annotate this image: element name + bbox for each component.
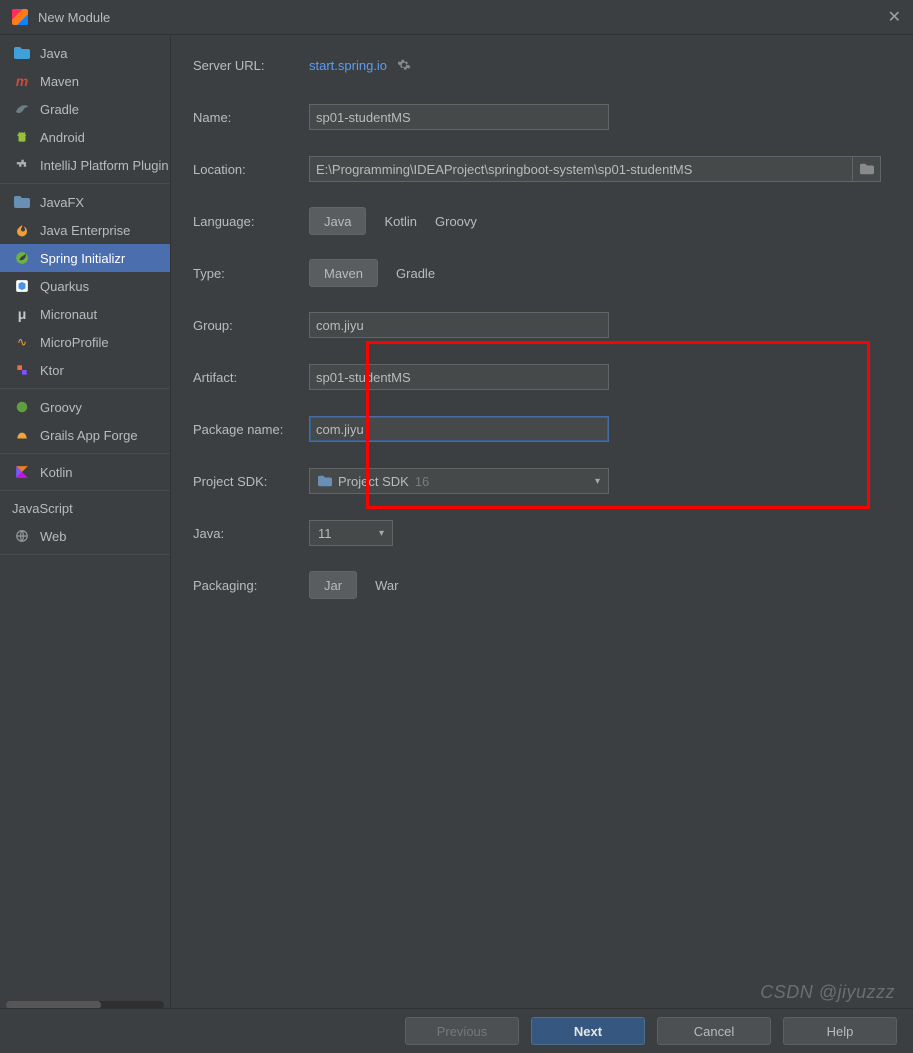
packaging-option-war[interactable]: War: [375, 578, 398, 593]
java-label: Java:: [193, 526, 309, 541]
close-icon[interactable]: ✕: [888, 7, 901, 27]
help-button[interactable]: Help: [783, 1017, 897, 1045]
language-option-kotlin[interactable]: Kotlin: [384, 214, 417, 229]
cancel-button[interactable]: Cancel: [657, 1017, 771, 1045]
name-input[interactable]: [309, 104, 609, 130]
location-input[interactable]: [309, 156, 853, 182]
sidebar-item-label: JavaFX: [40, 195, 84, 210]
letter-mu-icon: μ: [14, 306, 30, 322]
microprofile-icon: ∿: [14, 334, 30, 350]
sidebar-item-microprofile[interactable]: ∿ MicroProfile: [0, 328, 170, 356]
sidebar-item-intellij-platform-plugin[interactable]: IntelliJ Platform Plugin: [0, 151, 170, 179]
sidebar-item-gradle[interactable]: Gradle: [0, 95, 170, 123]
language-option-java[interactable]: Java: [309, 207, 366, 235]
sidebar-item-label: Gradle: [40, 102, 79, 117]
groovy-icon: [14, 399, 30, 415]
titlebar: New Module ✕: [0, 0, 913, 34]
group-input[interactable]: [309, 312, 609, 338]
sidebar-item-label: Ktor: [40, 363, 64, 378]
sidebar-item-label: IntelliJ Platform Plugin: [40, 158, 169, 173]
sidebar-item-label: Web: [40, 529, 67, 544]
sidebar-item-web[interactable]: Web: [0, 522, 170, 550]
form-panel: Server URL: start.spring.io Name: Locati…: [171, 35, 913, 1013]
sidebar-item-ktor[interactable]: Ktor: [0, 356, 170, 384]
artifact-input[interactable]: [309, 364, 609, 390]
sidebar-item-javafx[interactable]: JavaFX: [0, 188, 170, 216]
folder-icon: [14, 194, 30, 210]
grails-icon: [14, 427, 30, 443]
artifact-label: Artifact:: [193, 370, 309, 385]
kotlin-icon: [14, 464, 30, 480]
server-url-label: Server URL:: [193, 58, 309, 73]
sidebar-item-android[interactable]: Android: [0, 123, 170, 151]
group-label: Group:: [193, 318, 309, 333]
spring-icon: [14, 250, 30, 266]
android-icon: [14, 129, 30, 145]
location-label: Location:: [193, 162, 309, 177]
window-title: New Module: [38, 10, 888, 25]
sidebar-item-micronaut[interactable]: μ Micronaut: [0, 300, 170, 328]
sdk-select[interactable]: Project SDK 16 ▾: [309, 468, 609, 494]
intellij-icon: [12, 9, 28, 25]
package-input[interactable]: [309, 416, 609, 442]
sidebar-item-quarkus[interactable]: Quarkus: [0, 272, 170, 300]
quarkus-icon: [14, 278, 30, 294]
sidebar-item-label: Quarkus: [40, 279, 89, 294]
sidebar-item-kotlin[interactable]: Kotlin: [0, 458, 170, 486]
sidebar-item-label: Grails App Forge: [40, 428, 138, 443]
type-option-gradle[interactable]: Gradle: [396, 266, 435, 281]
letter-m-icon: m: [14, 73, 30, 89]
java-select[interactable]: 11 ▾: [309, 520, 393, 546]
folder-java-icon: [14, 45, 30, 61]
globe-icon: [14, 528, 30, 544]
plugin-icon: [14, 157, 30, 173]
sidebar: Javam Maven Gradle Android IntelliJ Platform…: [0, 35, 171, 1013]
dialog-footer: Previous Next Cancel Help: [0, 1008, 913, 1053]
ktor-icon: [14, 362, 30, 378]
sidebar-item-label: Maven: [40, 74, 79, 89]
sidebar-heading: JavaScript: [0, 495, 170, 522]
language-option-groovy[interactable]: Groovy: [435, 214, 477, 229]
server-url-link[interactable]: start.spring.io: [309, 58, 387, 73]
browse-icon[interactable]: [853, 156, 881, 182]
sidebar-item-label: Spring Initializr: [40, 251, 125, 266]
sidebar-item-label: Android: [40, 130, 85, 145]
type-label: Type:: [193, 266, 309, 281]
previous-button[interactable]: Previous: [405, 1017, 519, 1045]
packaging-option-jar[interactable]: Jar: [309, 571, 357, 599]
sidebar-item-maven[interactable]: m Maven: [0, 67, 170, 95]
next-button[interactable]: Next: [531, 1017, 645, 1045]
sidebar-item-label: Kotlin: [40, 465, 73, 480]
sidebar-item-label: Micronaut: [40, 307, 97, 322]
sidebar-item-label: Java: [40, 46, 67, 61]
type-option-maven[interactable]: Maven: [309, 259, 378, 287]
package-label: Package name:: [193, 422, 309, 437]
sidebar-item-spring-initializr[interactable]: Spring Initializr: [0, 244, 170, 272]
gear-icon[interactable]: [397, 58, 411, 72]
sidebar-item-java[interactable]: Java: [0, 39, 170, 67]
language-label: Language:: [193, 214, 309, 229]
sidebar-item-label: MicroProfile: [40, 335, 109, 350]
flame-icon: [14, 222, 30, 238]
sidebar-item-java-enterprise[interactable]: Java Enterprise: [0, 216, 170, 244]
chevron-down-icon: ▾: [595, 476, 600, 487]
name-label: Name:: [193, 110, 309, 125]
sidebar-item-groovy[interactable]: Groovy: [0, 393, 170, 421]
sidebar-item-label: Java Enterprise: [40, 223, 130, 238]
sidebar-item-grails-app-forge[interactable]: Grails App Forge: [0, 421, 170, 449]
sdk-label: Project SDK:: [193, 474, 309, 489]
packaging-label: Packaging:: [193, 578, 309, 593]
gradle-icon: [14, 101, 30, 117]
sidebar-item-label: Groovy: [40, 400, 82, 415]
chevron-down-icon: ▾: [379, 528, 384, 539]
